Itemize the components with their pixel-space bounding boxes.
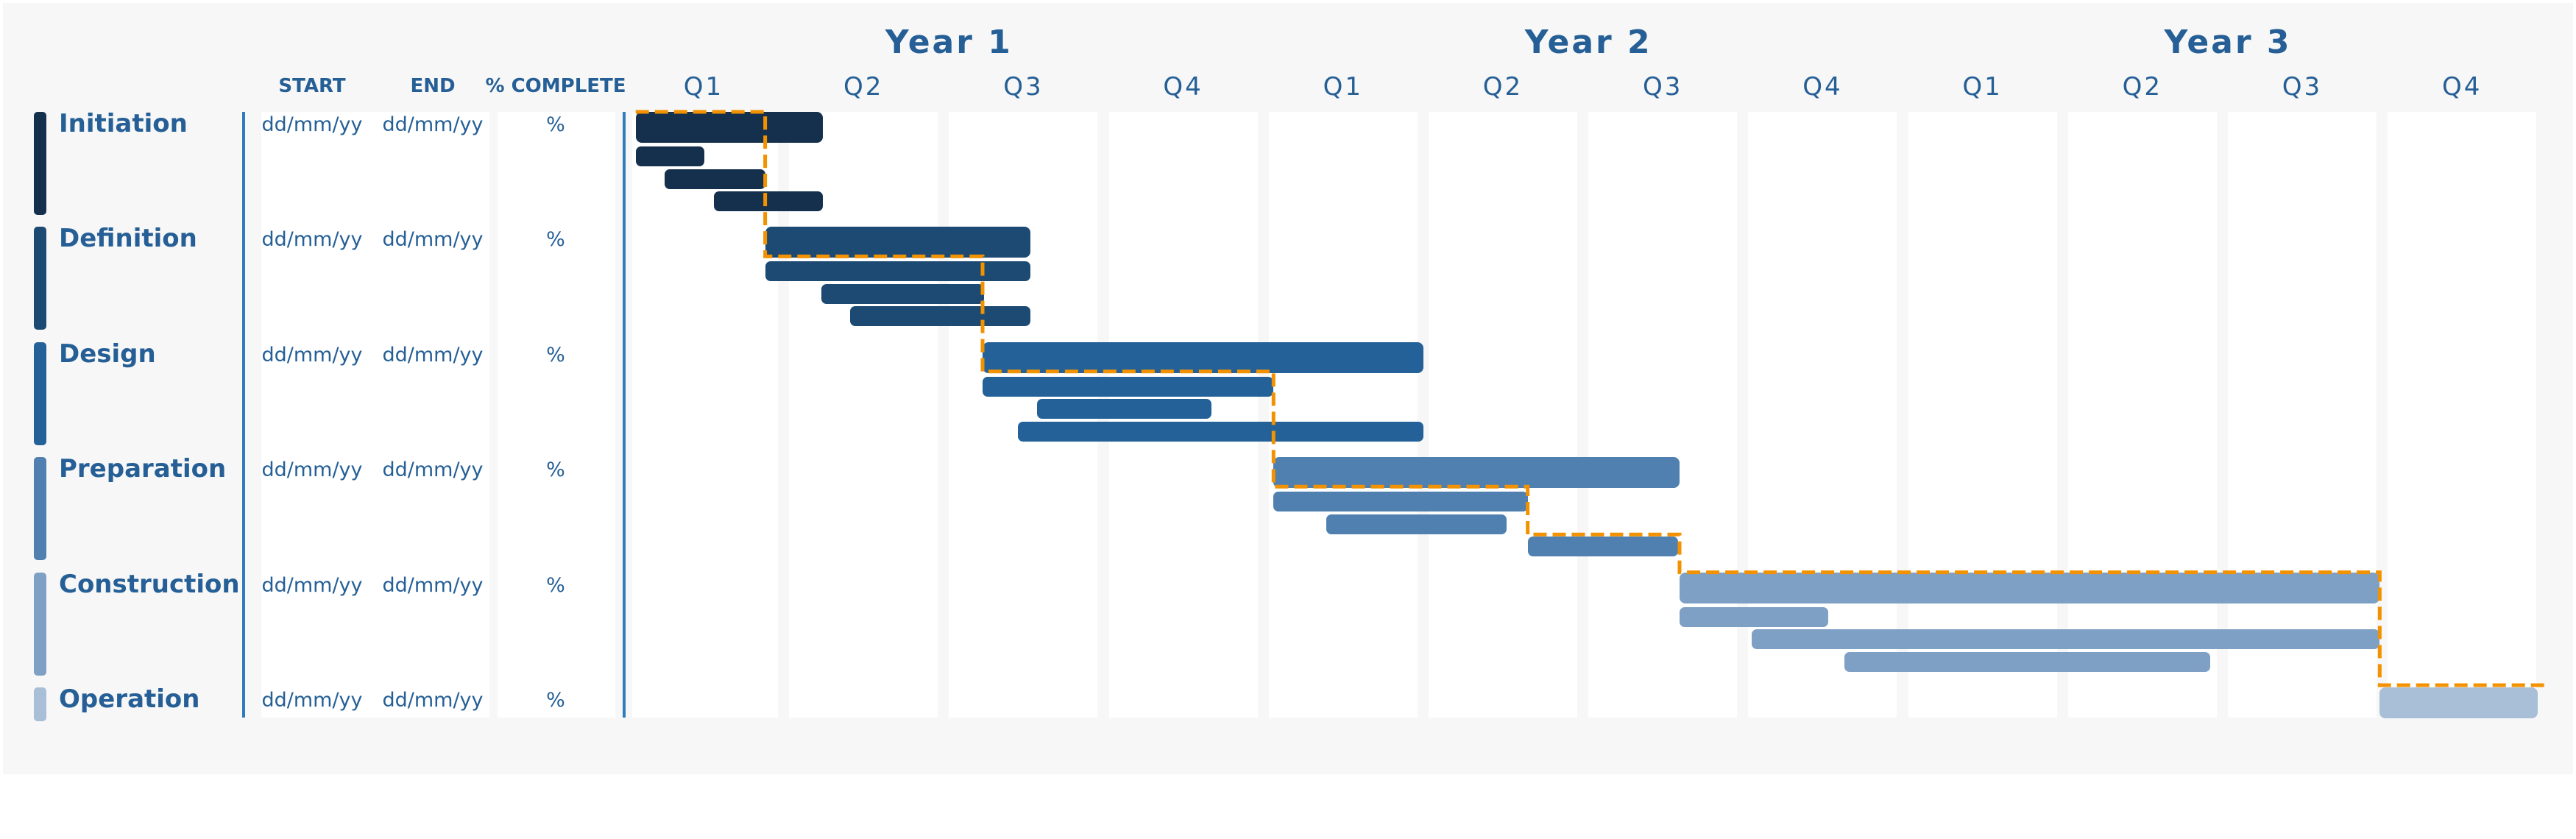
quarter-label: Q2	[843, 72, 884, 102]
year-label: Year 2	[1524, 24, 1652, 61]
phase-complete-cell[interactable]: %	[546, 113, 565, 136]
phase-end-date-cell[interactable]: dd/mm/yy	[382, 689, 483, 712]
phase-color-bar	[34, 687, 46, 721]
quarter-column	[1429, 112, 1577, 718]
quarter-column	[1908, 112, 2057, 718]
task-bar[interactable]	[849, 306, 1031, 327]
quarter-label: Q3	[1003, 72, 1044, 102]
year-label: Year 3	[2164, 24, 2292, 61]
quarter-label: Q2	[1482, 72, 1524, 102]
table-column	[375, 112, 489, 718]
phase-start-date-cell[interactable]: dd/mm/yy	[261, 574, 362, 597]
task-bar[interactable]	[1017, 421, 1424, 442]
phase-color-bar	[34, 112, 46, 215]
phase-end-date-cell[interactable]: dd/mm/yy	[382, 113, 483, 136]
phase-bar-design[interactable]	[983, 341, 1424, 373]
quarter-label: Q1	[1323, 72, 1363, 102]
quarter-column	[2067, 112, 2217, 718]
phase-start-date-cell[interactable]: dd/mm/yy	[261, 459, 362, 481]
quarter-column	[2228, 112, 2377, 718]
quarter-label: Q2	[2122, 72, 2162, 102]
phase-start-date-cell[interactable]: dd/mm/yy	[261, 228, 362, 251]
column-header-complete: % COMPLETE	[485, 75, 626, 97]
quarter-column	[2388, 112, 2537, 718]
table-column	[261, 112, 375, 718]
task-bar[interactable]	[1527, 537, 1678, 557]
phase-start-date-cell[interactable]: dd/mm/yy	[261, 344, 362, 367]
task-bar[interactable]	[1680, 606, 1828, 627]
quarter-label: Q4	[1163, 72, 1203, 102]
phase-label-operation: Operation	[59, 684, 200, 714]
task-bar[interactable]	[1751, 629, 2380, 650]
column-header-start: START	[278, 75, 346, 97]
phase-label-definition: Definition	[59, 224, 197, 254]
phase-complete-cell[interactable]: %	[546, 344, 565, 367]
task-bar[interactable]	[765, 261, 1031, 282]
phase-end-date-cell[interactable]: dd/mm/yy	[382, 459, 483, 481]
quarter-label: Q4	[2441, 72, 2483, 102]
phase-color-bar	[34, 227, 46, 330]
task-bar[interactable]	[714, 191, 823, 211]
task-bar[interactable]	[821, 283, 985, 304]
quarter-label: Q4	[1802, 72, 1843, 102]
year-label: Year 1	[885, 24, 1013, 61]
phase-color-bar	[34, 572, 46, 676]
phase-complete-cell[interactable]: %	[546, 228, 565, 251]
phase-end-date-cell[interactable]: dd/mm/yy	[382, 574, 483, 597]
quarter-label: Q3	[1642, 72, 1683, 102]
task-bar[interactable]	[1273, 492, 1528, 512]
phase-bar-initiation[interactable]	[635, 112, 823, 143]
column-header-end: END	[410, 75, 456, 97]
task-bar[interactable]	[1326, 514, 1507, 534]
phase-start-date-cell[interactable]: dd/mm/yy	[261, 689, 362, 712]
phase-label-preparation: Preparation	[59, 454, 227, 484]
table-column	[498, 112, 615, 718]
phase-color-bar	[34, 457, 46, 561]
phase-end-date-cell[interactable]: dd/mm/yy	[382, 228, 483, 251]
task-bar[interactable]	[983, 376, 1274, 397]
table-divider	[242, 112, 245, 718]
phase-complete-cell[interactable]: %	[546, 689, 565, 712]
quarter-label: Q3	[2282, 72, 2323, 102]
phase-label-construction: Construction	[59, 569, 240, 599]
quarter-column	[1268, 112, 1418, 718]
phase-complete-cell[interactable]: %	[546, 574, 565, 597]
task-bar[interactable]	[635, 146, 705, 166]
phase-bar-construction[interactable]	[1680, 572, 2380, 603]
task-bar[interactable]	[664, 169, 765, 189]
phase-label-initiation: Initiation	[59, 109, 188, 138]
task-bar[interactable]	[1036, 399, 1211, 420]
phase-start-date-cell[interactable]: dd/mm/yy	[261, 113, 362, 136]
phase-bar-definition[interactable]	[765, 227, 1031, 258]
quarter-label: Q1	[683, 72, 724, 102]
chart-divider	[623, 112, 626, 718]
phase-label-design: Design	[59, 339, 156, 369]
phase-bar-operation[interactable]	[2379, 687, 2538, 718]
phase-end-date-cell[interactable]: dd/mm/yy	[382, 344, 483, 367]
quarter-label: Q1	[1962, 72, 2003, 102]
task-bar[interactable]	[1844, 651, 2211, 672]
phase-bar-preparation[interactable]	[1273, 457, 1680, 489]
phase-complete-cell[interactable]: %	[546, 459, 565, 481]
phase-color-bar	[34, 341, 46, 445]
